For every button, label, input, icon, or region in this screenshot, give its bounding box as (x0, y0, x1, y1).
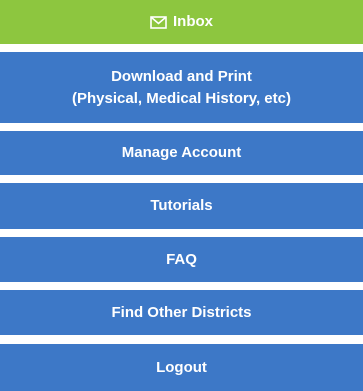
menu-item-label: Download and Print (Physical, Medical Hi… (72, 67, 291, 107)
menu-item-label: Tutorials (150, 197, 213, 214)
envelope-icon (150, 15, 167, 29)
menu-item-label: Inbox (173, 13, 213, 30)
menu-item-inbox[interactable]: Inbox (0, 0, 363, 44)
menu-item-label: FAQ (166, 250, 197, 268)
menu-item-label: Find Other Districts (111, 303, 252, 321)
menu-item-find-other-districts[interactable]: Find Other Districts (0, 290, 363, 335)
menu-item-manage-account[interactable]: Manage Account (0, 131, 363, 175)
menu-item-faq[interactable]: FAQ (0, 237, 363, 282)
menu-item-logout[interactable]: Logout (0, 344, 363, 391)
menu-item-label: Manage Account (121, 144, 242, 161)
menu-item-label: Logout (156, 358, 207, 376)
menu-item-tutorials[interactable]: Tutorials (0, 183, 363, 229)
inbox-content: Inbox (150, 11, 213, 33)
menu-item-download-and-print[interactable]: Download and Print (Physical, Medical Hi… (0, 52, 363, 123)
